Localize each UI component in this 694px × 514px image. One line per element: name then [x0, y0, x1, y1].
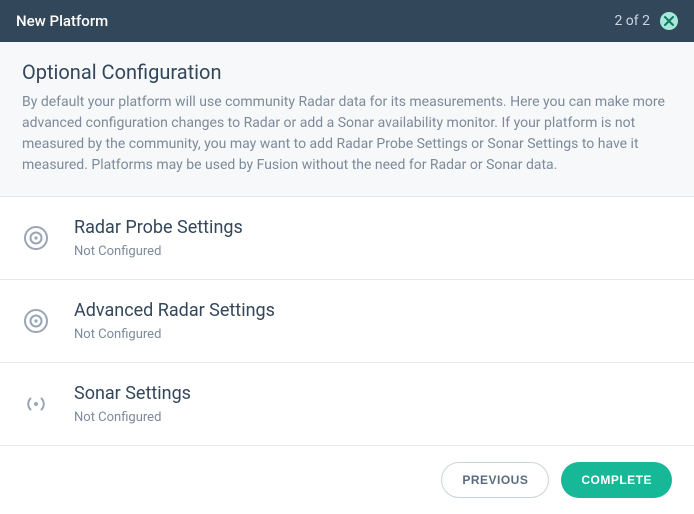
row-text: Sonar Settings Not Configured — [74, 383, 191, 425]
row-status: Not Configured — [74, 410, 191, 425]
modal-title: New Platform — [16, 12, 108, 30]
modal-header: New Platform 2 of 2 — [0, 0, 694, 42]
row-text: Radar Probe Settings Not Configured — [74, 217, 243, 259]
section-heading: Optional Configuration — [22, 60, 672, 84]
complete-button[interactable]: COMPLETE — [561, 462, 672, 498]
close-button[interactable] — [660, 12, 678, 30]
section-description: By default your platform will use commun… — [22, 92, 672, 176]
row-sonar-settings[interactable]: Sonar Settings Not Configured — [0, 363, 694, 446]
radar-icon — [22, 225, 50, 251]
row-advanced-radar-settings[interactable]: Advanced Radar Settings Not Configured — [0, 280, 694, 363]
intro-section: Optional Configuration By default your p… — [0, 42, 694, 197]
sonar-icon — [22, 391, 50, 417]
header-right: 2 of 2 — [614, 12, 678, 30]
row-radar-probe-settings[interactable]: Radar Probe Settings Not Configured — [0, 197, 694, 280]
row-title: Advanced Radar Settings — [74, 300, 275, 321]
row-title: Sonar Settings — [74, 383, 191, 404]
close-icon — [664, 16, 674, 26]
previous-button[interactable]: PREVIOUS — [441, 462, 549, 498]
row-text: Advanced Radar Settings Not Configured — [74, 300, 275, 342]
row-status: Not Configured — [74, 327, 275, 342]
footer: PREVIOUS COMPLETE — [0, 446, 694, 514]
row-title: Radar Probe Settings — [74, 217, 243, 238]
step-indicator: 2 of 2 — [614, 13, 650, 29]
settings-list: Radar Probe Settings Not Configured Adva… — [0, 197, 694, 446]
row-status: Not Configured — [74, 244, 243, 259]
radar-icon — [22, 308, 50, 334]
